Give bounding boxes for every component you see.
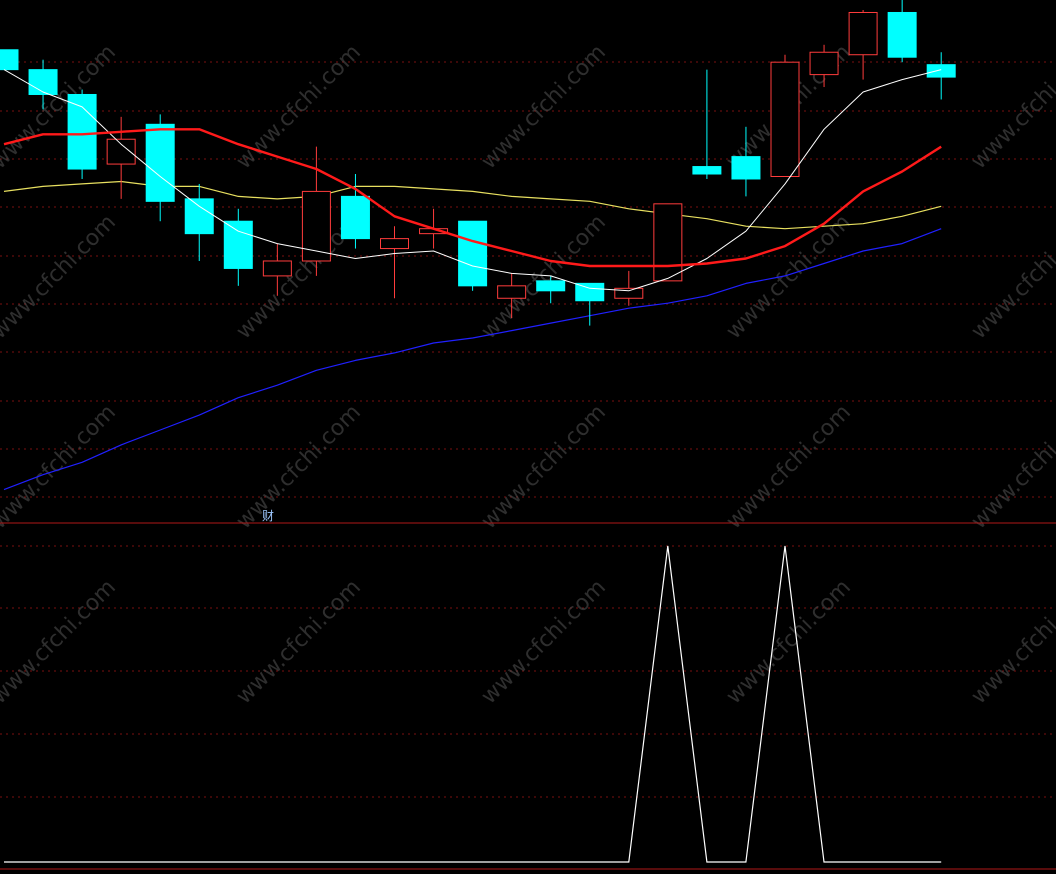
candle-body-up [770, 61, 800, 177]
candle-body-down [926, 64, 956, 78]
candle-body-up [848, 11, 878, 56]
candle [0, 49, 19, 71]
candle-body-down [575, 282, 605, 302]
candle-body-up [809, 51, 839, 76]
candle-body-down [340, 195, 370, 240]
candle-body-down [184, 198, 214, 235]
candle-body-down [0, 49, 19, 71]
candle-body-down [458, 220, 488, 287]
candle-body-up [106, 138, 136, 165]
candle-body-up [262, 260, 292, 277]
candle-body-up [497, 285, 527, 299]
candle-body-down [145, 123, 175, 202]
candle [770, 54, 800, 177]
candle [653, 203, 683, 282]
candle-body-up [380, 238, 409, 250]
stock-chart: www.cfchi.com www.cfchi.com www.cfchi.comw… [0, 0, 1056, 874]
candle-body-down [536, 280, 566, 292]
marker-label: 财 [262, 509, 274, 523]
candle-body-down [67, 93, 97, 170]
candle-body-down [692, 166, 722, 175]
candle-body-down [731, 156, 761, 180]
candle-body-down [887, 11, 917, 58]
candle [458, 220, 488, 291]
candle-body-down [28, 69, 58, 95]
candle-body-up [653, 203, 683, 282]
candle-body-down [223, 220, 253, 269]
